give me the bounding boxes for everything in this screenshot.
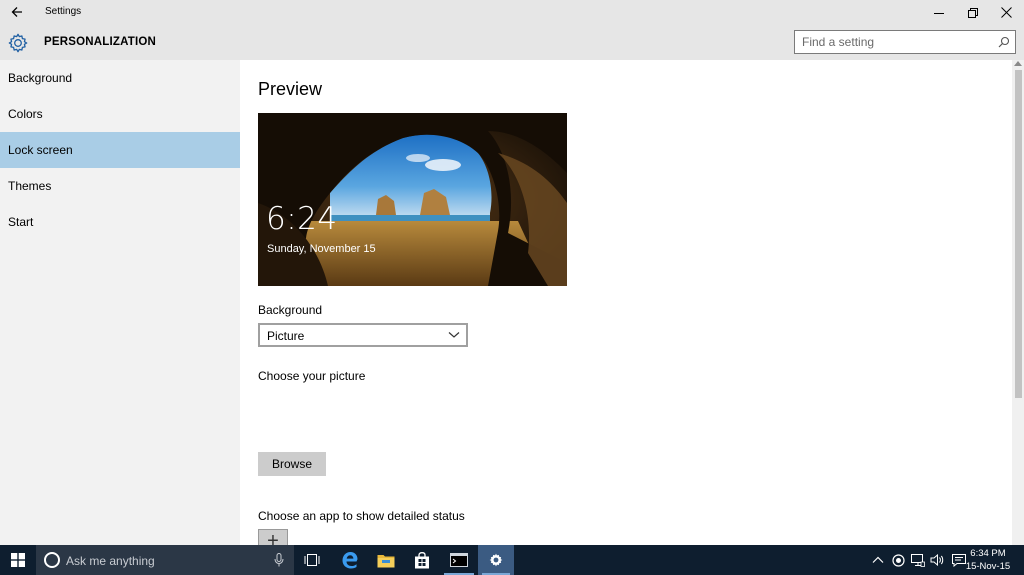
find-setting-box[interactable]: [794, 30, 1016, 54]
window-title: Settings: [45, 6, 82, 17]
sidebar-item-label: Background: [8, 71, 73, 85]
store-button[interactable]: [404, 545, 440, 575]
volume-icon[interactable]: [930, 554, 944, 566]
cortana-icon: [44, 552, 60, 568]
sidebar-item-themes[interactable]: Themes: [0, 168, 240, 204]
choose-app-label: Choose an app to show detailed status: [258, 509, 465, 523]
close-icon: [1000, 7, 1012, 18]
sidebar-item-label: Lock screen: [8, 143, 73, 157]
record-icon[interactable]: [892, 553, 905, 567]
edge-icon: [342, 552, 358, 569]
minimize-icon: [934, 12, 944, 14]
settings-header: PERSONALIZATION: [0, 25, 1024, 60]
preview-clock: 6:24: [266, 201, 338, 237]
sidebar-item-label: Colors: [8, 107, 43, 121]
sidebar-item-label: Themes: [8, 179, 52, 193]
chevron-down-icon: [448, 332, 460, 338]
browse-button[interactable]: Browse: [258, 452, 326, 476]
background-dropdown[interactable]: Picture: [258, 323, 468, 347]
scroll-up-arrow-icon[interactable]: [1014, 61, 1022, 66]
plus-icon: +: [267, 530, 279, 545]
preview-date: Sunday, November 15: [267, 243, 376, 255]
scrollbar-thumb[interactable]: [1015, 70, 1022, 398]
gear-icon: [7, 32, 29, 54]
taskbar-clock[interactable]: 6:34 PM 15-Nov-15: [962, 547, 1014, 573]
sidebar-item-start[interactable]: Start: [0, 204, 240, 240]
task-view-icon: [304, 554, 320, 566]
vertical-scrollbar[interactable]: [1012, 60, 1024, 545]
background-dropdown-value: Picture: [267, 329, 305, 343]
taskbar-time: 6:34 PM: [970, 548, 1006, 559]
sidebar-item-label: Start: [8, 215, 34, 229]
microphone-icon[interactable]: [274, 553, 284, 567]
system-tray: [872, 545, 966, 575]
cortana-placeholder: Ask me anything: [66, 554, 155, 568]
lock-screen-preview: 6:24 Sunday, November 15: [258, 113, 567, 286]
sidebar: Background Colors Lock screen Themes Sta…: [0, 60, 240, 545]
file-explorer-icon: [377, 554, 395, 567]
sidebar-item-lock-screen[interactable]: Lock screen: [0, 132, 240, 168]
choose-picture-label: Choose your picture: [258, 369, 366, 383]
network-icon[interactable]: [911, 553, 925, 567]
back-arrow-icon[interactable]: [8, 3, 28, 21]
minimize-button[interactable]: [922, 0, 956, 25]
lock-screen-wallpaper: [258, 113, 567, 286]
cmd-button[interactable]: [440, 545, 478, 575]
store-icon: [415, 551, 429, 568]
cmd-icon: [450, 553, 468, 567]
file-explorer-button[interactable]: [368, 545, 404, 575]
main-content: Preview 6:24 Sunday, November 15 Backgro…: [240, 60, 1012, 545]
start-button[interactable]: [0, 545, 36, 575]
restore-button[interactable]: [956, 0, 990, 25]
search-icon[interactable]: [998, 36, 1010, 48]
task-view-button[interactable]: [296, 545, 328, 575]
edge-button[interactable]: [332, 545, 368, 575]
taskbar: Ask me anything 6:34 PM 15-Nov-15: [0, 545, 1024, 575]
close-button[interactable]: [989, 0, 1023, 25]
background-label: Background: [258, 303, 323, 317]
add-app-button[interactable]: +: [258, 529, 288, 545]
taskbar-date: 15-Nov-15: [965, 561, 1011, 572]
cortana-search-box[interactable]: Ask me anything: [36, 545, 294, 575]
windows-logo-icon: [11, 553, 25, 567]
title-bar: Settings: [0, 0, 1024, 25]
chevron-up-icon[interactable]: [872, 556, 884, 564]
restore-icon: [968, 7, 978, 18]
sidebar-item-colors[interactable]: Colors: [0, 96, 240, 132]
sidebar-item-background[interactable]: Background: [0, 60, 240, 96]
settings-icon: [489, 553, 503, 567]
preview-heading: Preview: [258, 79, 323, 99]
section-title: PERSONALIZATION: [44, 36, 157, 48]
settings-taskbar-button[interactable]: [478, 545, 514, 575]
find-setting-input[interactable]: [795, 31, 985, 53]
